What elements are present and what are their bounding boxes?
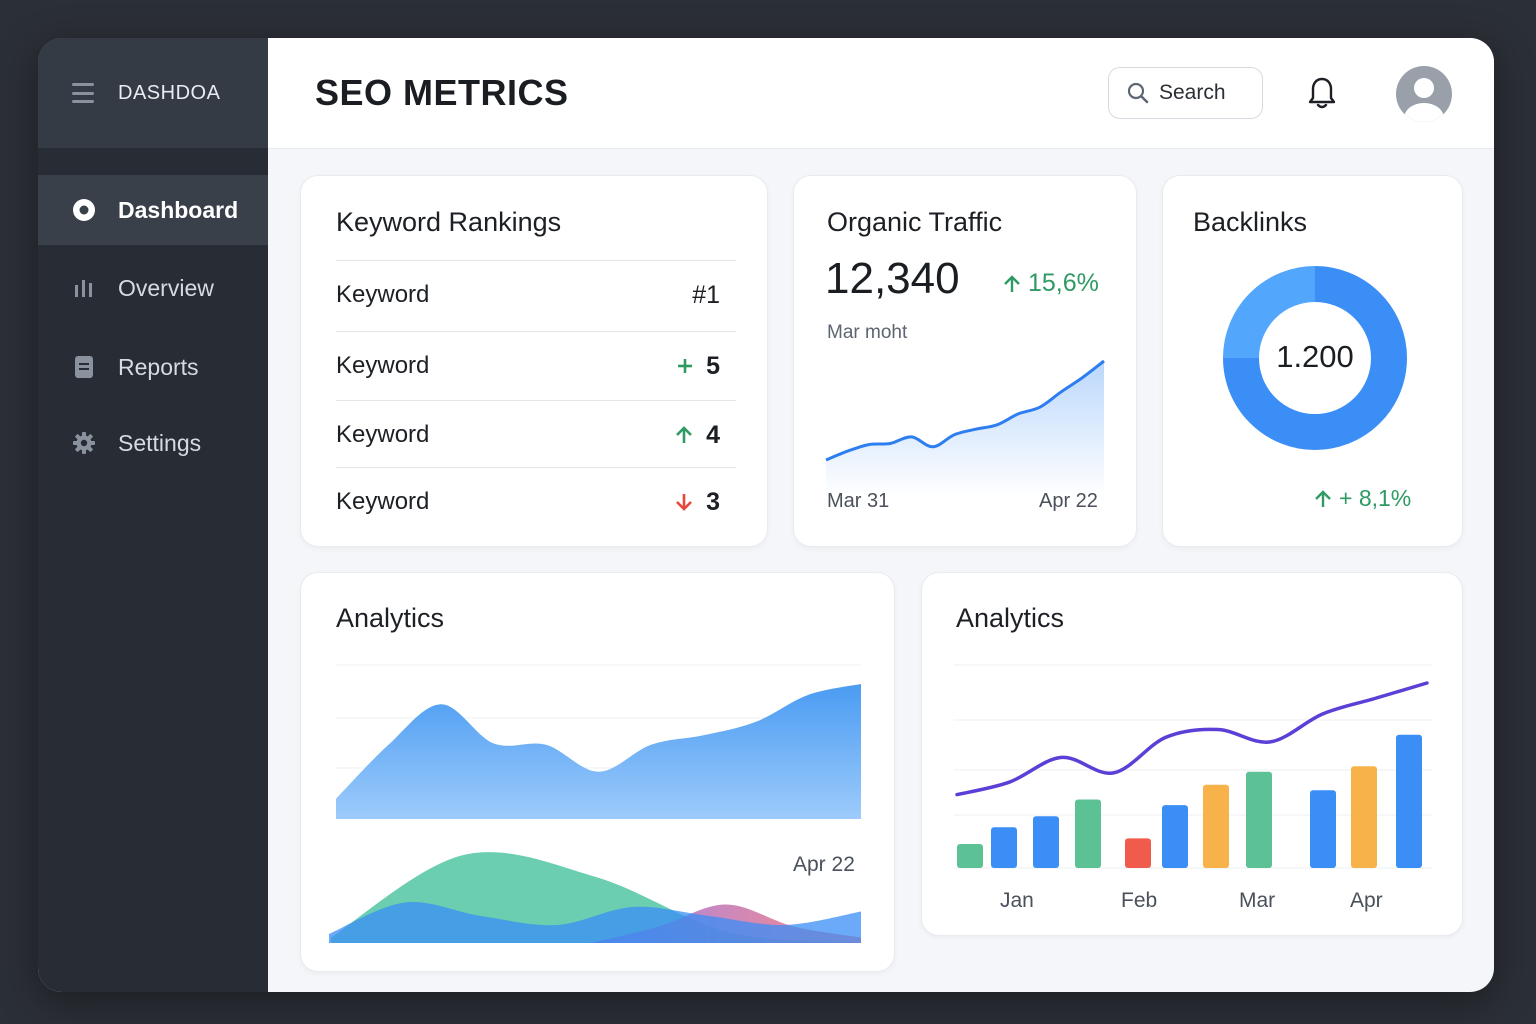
backlinks-delta-value: + 8,1% xyxy=(1339,485,1412,511)
document-icon xyxy=(72,355,96,379)
bar[interactable] xyxy=(1162,805,1188,868)
bar[interactable] xyxy=(1396,734,1422,868)
user-icon xyxy=(1404,78,1444,122)
x-tick-label: Jan xyxy=(1000,889,1034,912)
bar-chart-icon xyxy=(72,276,96,300)
traffic-line-chart xyxy=(825,359,1105,496)
page-title: SEO METRICS xyxy=(315,72,569,113)
analytics-area-chart xyxy=(329,664,861,943)
organic-traffic-card: Organic Traffic 12,340 15,6% Mar moht Ma… xyxy=(793,175,1137,547)
search-icon xyxy=(1127,82,1149,104)
backlinks-card: Backlinks 1.200 + 8,1% xyxy=(1162,175,1463,547)
arrow-up-icon xyxy=(676,426,693,443)
bar[interactable] xyxy=(1033,816,1059,868)
avatar[interactable] xyxy=(1396,66,1452,122)
bar[interactable] xyxy=(1351,766,1377,868)
header: SEO METRICS Search xyxy=(268,38,1494,149)
rank-value: 5 xyxy=(706,351,720,380)
backlinks-delta: + 8,1% xyxy=(1313,485,1411,512)
bar[interactable] xyxy=(1075,799,1101,868)
rank-value: #1 xyxy=(692,280,720,309)
brand-name: DASHDOA xyxy=(118,81,221,104)
traffic-delta-value: 15,6% xyxy=(1028,269,1099,297)
card-title: Analytics xyxy=(336,603,445,633)
sidebar-item-label: Overview xyxy=(118,274,214,301)
keyword-label: Keyword xyxy=(336,421,430,448)
card-title: Organic Traffic xyxy=(827,207,1003,237)
gear-icon xyxy=(72,431,96,455)
table-row[interactable]: Keyword 4 xyxy=(336,400,736,469)
keyword-rankings-card: Keyword Rankings Keyword #1 Keyword 5 Ke… xyxy=(300,175,768,547)
arrow-up-icon xyxy=(1004,274,1020,292)
analytics-area-card: Analytics Apr 22 xyxy=(300,572,895,972)
bar[interactable] xyxy=(1246,771,1272,868)
date-label: Apr 22 xyxy=(793,853,855,876)
rank-value: 4 xyxy=(706,420,720,449)
traffic-value: 12,340 xyxy=(825,254,960,303)
bar[interactable] xyxy=(1125,838,1151,868)
bar[interactable] xyxy=(1203,784,1229,868)
search-button[interactable]: Search xyxy=(1108,67,1263,119)
x-tick-label: Feb xyxy=(1121,889,1158,912)
bar[interactable] xyxy=(1310,790,1336,868)
traffic-delta: 15,6% xyxy=(1002,269,1099,298)
sidebar-item-reports[interactable]: Reports xyxy=(38,332,268,402)
x-axis-start-label: Mar 31 xyxy=(827,490,890,512)
table-row[interactable]: Keyword 3 xyxy=(336,467,736,536)
area-series xyxy=(336,684,861,819)
rank-value: 3 xyxy=(706,487,720,516)
analytics-bar-chart xyxy=(954,664,1432,869)
search-label: Search xyxy=(1159,81,1226,104)
plus-icon xyxy=(678,359,693,373)
bar[interactable] xyxy=(991,827,1017,868)
x-tick-label: Mar xyxy=(1239,889,1276,912)
sidebar-item-label: Settings xyxy=(118,429,202,456)
card-title: Backlinks xyxy=(1193,207,1308,237)
menu-icon[interactable] xyxy=(72,83,94,103)
dashboard-icon xyxy=(72,198,96,222)
keyword-label: Keyword xyxy=(336,281,430,308)
sidebar-item-overview[interactable]: Overview xyxy=(38,253,268,323)
keyword-label: Keyword xyxy=(336,352,430,379)
traffic-area xyxy=(826,361,1104,496)
sidebar-item-label: Dashboard xyxy=(118,196,239,223)
x-tick-label: Apr xyxy=(1350,889,1383,912)
sidebar-item-label: Reports xyxy=(118,353,199,380)
x-axis-end-label: Apr 22 xyxy=(1039,490,1098,512)
arrow-up-icon xyxy=(1315,489,1331,507)
backlinks-value: 1.200 xyxy=(1276,339,1354,374)
analytics-bar-card: Analytics Jan Feb Mar Apr xyxy=(921,572,1463,936)
table-row[interactable]: Keyword 5 xyxy=(336,331,736,400)
brand: DASHDOA xyxy=(38,38,268,148)
sidebar: DASHDOA Dashboard Overview Reports Setti… xyxy=(38,38,268,992)
bar[interactable] xyxy=(957,843,983,868)
arrow-down-icon xyxy=(676,494,693,511)
table-row[interactable]: Keyword #1 xyxy=(336,260,736,329)
sidebar-item-settings[interactable]: Settings xyxy=(38,408,268,478)
keyword-label: Keyword xyxy=(336,488,430,515)
app-window: DASHDOA Dashboard Overview Reports Setti… xyxy=(38,38,1494,992)
card-title: Analytics xyxy=(956,603,1065,633)
card-title: Keyword Rankings xyxy=(336,207,562,237)
sidebar-item-dashboard[interactable]: Dashboard xyxy=(38,175,268,245)
bell-icon[interactable] xyxy=(1308,76,1336,115)
